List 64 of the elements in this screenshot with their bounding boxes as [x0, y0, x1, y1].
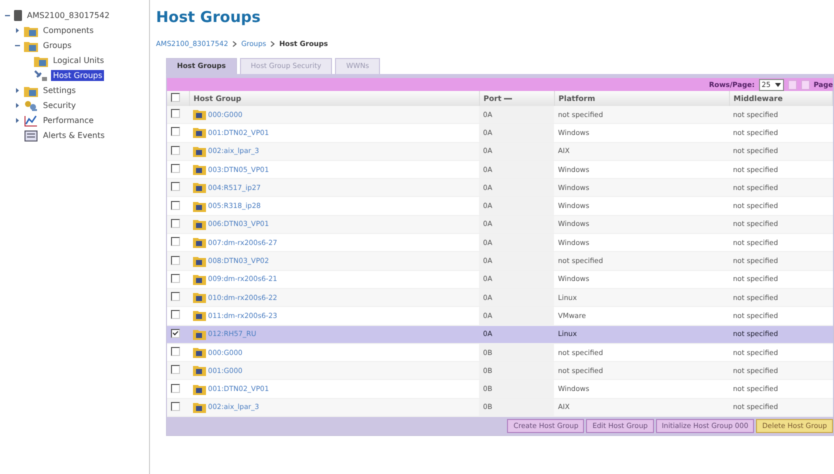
folder-icon — [193, 256, 206, 267]
row-checkbox[interactable] — [171, 402, 180, 411]
folder-icon — [193, 164, 206, 176]
folder-icon — [24, 40, 38, 52]
expand-icon[interactable] — [14, 117, 21, 124]
row-checkbox[interactable] — [171, 218, 180, 228]
row-checkbox[interactable] — [171, 182, 180, 192]
folder-icon — [193, 109, 206, 120]
folder-icon — [193, 310, 206, 322]
sort-icon — [504, 97, 512, 101]
keys-icon — [24, 100, 38, 112]
folder-icon — [193, 218, 206, 230]
folder-icon — [193, 182, 206, 194]
tree-item[interactable]: Alerts & Events — [41, 130, 107, 141]
row-checkbox[interactable] — [171, 328, 180, 338]
chevron-icon — [270, 41, 276, 47]
tree-item[interactable]: Components — [41, 25, 96, 36]
storage-icon — [14, 10, 22, 21]
folder-icon — [193, 292, 206, 304]
row-checkbox[interactable] — [171, 146, 180, 155]
expand-icon[interactable] — [14, 87, 21, 94]
expand-icon[interactable] — [14, 27, 21, 34]
collapse-icon[interactable] — [14, 42, 21, 49]
row-checkbox[interactable] — [171, 365, 180, 374]
row-checkbox[interactable] — [171, 200, 180, 210]
folder-icon — [193, 200, 206, 212]
folder-icon — [24, 24, 38, 36]
row-checkbox[interactable] — [171, 347, 180, 356]
row-checkbox[interactable] — [171, 274, 180, 283]
folder-icon — [193, 274, 206, 285]
tree-item[interactable]: Performance — [41, 115, 96, 126]
folder-icon — [193, 146, 206, 157]
alerts-icon — [24, 130, 38, 142]
tree-item[interactable]: Security — [41, 100, 78, 111]
folder-icon — [193, 384, 206, 395]
folder-icon — [193, 127, 206, 138]
page-title: Host Groups — [156, 8, 262, 26]
row-checkbox[interactable] — [171, 256, 180, 265]
folder-icon — [193, 237, 206, 248]
row-checkbox[interactable] — [171, 292, 180, 302]
folder-icon — [193, 402, 206, 413]
folder-icon — [193, 365, 206, 376]
chevron-icon — [232, 41, 238, 47]
dropdown-arrow-icon — [774, 82, 781, 86]
row-checkbox[interactable] — [171, 164, 180, 174]
expand-icon[interactable] — [14, 102, 21, 109]
tree-item[interactable]: Logical Units — [51, 55, 106, 66]
row-checkbox[interactable] — [171, 237, 180, 246]
chart-icon — [24, 114, 38, 126]
select-all-checkbox[interactable] — [171, 93, 180, 102]
folder-icon — [193, 328, 206, 340]
tree-item[interactable]: Settings — [41, 85, 78, 96]
tree-item[interactable]: Host Groups — [51, 70, 104, 81]
row-checkbox[interactable] — [171, 127, 180, 136]
row-checkbox[interactable] — [171, 310, 180, 320]
collapse-icon[interactable] — [4, 12, 11, 19]
folder-icon — [193, 347, 206, 358]
row-checkbox[interactable] — [171, 109, 180, 118]
tree-item[interactable]: Groups — [41, 40, 74, 51]
row-checkbox[interactable] — [171, 384, 180, 393]
folder-icon — [24, 84, 38, 96]
folder-icon — [34, 54, 48, 66]
tree-item[interactable]: AMS2100_83017542 — [25, 10, 112, 21]
host-group-icon — [34, 70, 48, 82]
